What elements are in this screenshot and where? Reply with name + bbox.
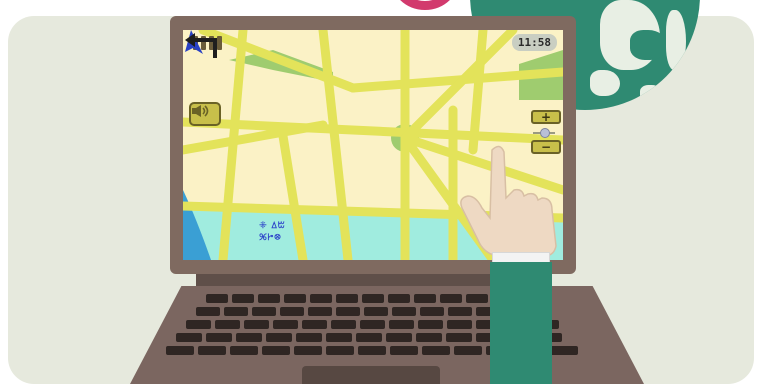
map-label-line-1: ꔰ ꕔꔱ xyxy=(259,221,286,231)
pink-ring-decoration xyxy=(389,0,461,10)
speaker-icon xyxy=(192,105,209,117)
map-location-label: ꔰ ꕔꔱ ꕑꔵꕕ xyxy=(259,220,319,244)
hand-pointing-icon xyxy=(460,145,557,257)
map-label-line-2: ꕑꔵꕕ xyxy=(259,233,282,243)
sleeve xyxy=(490,262,552,384)
zoom-in-button[interactable]: + xyxy=(531,110,561,124)
sound-button[interactable] xyxy=(189,102,221,126)
clock-display: 11:58 xyxy=(511,34,557,51)
trackpad[interactable] xyxy=(302,366,440,384)
turn-left-arrow-icon xyxy=(185,33,217,58)
